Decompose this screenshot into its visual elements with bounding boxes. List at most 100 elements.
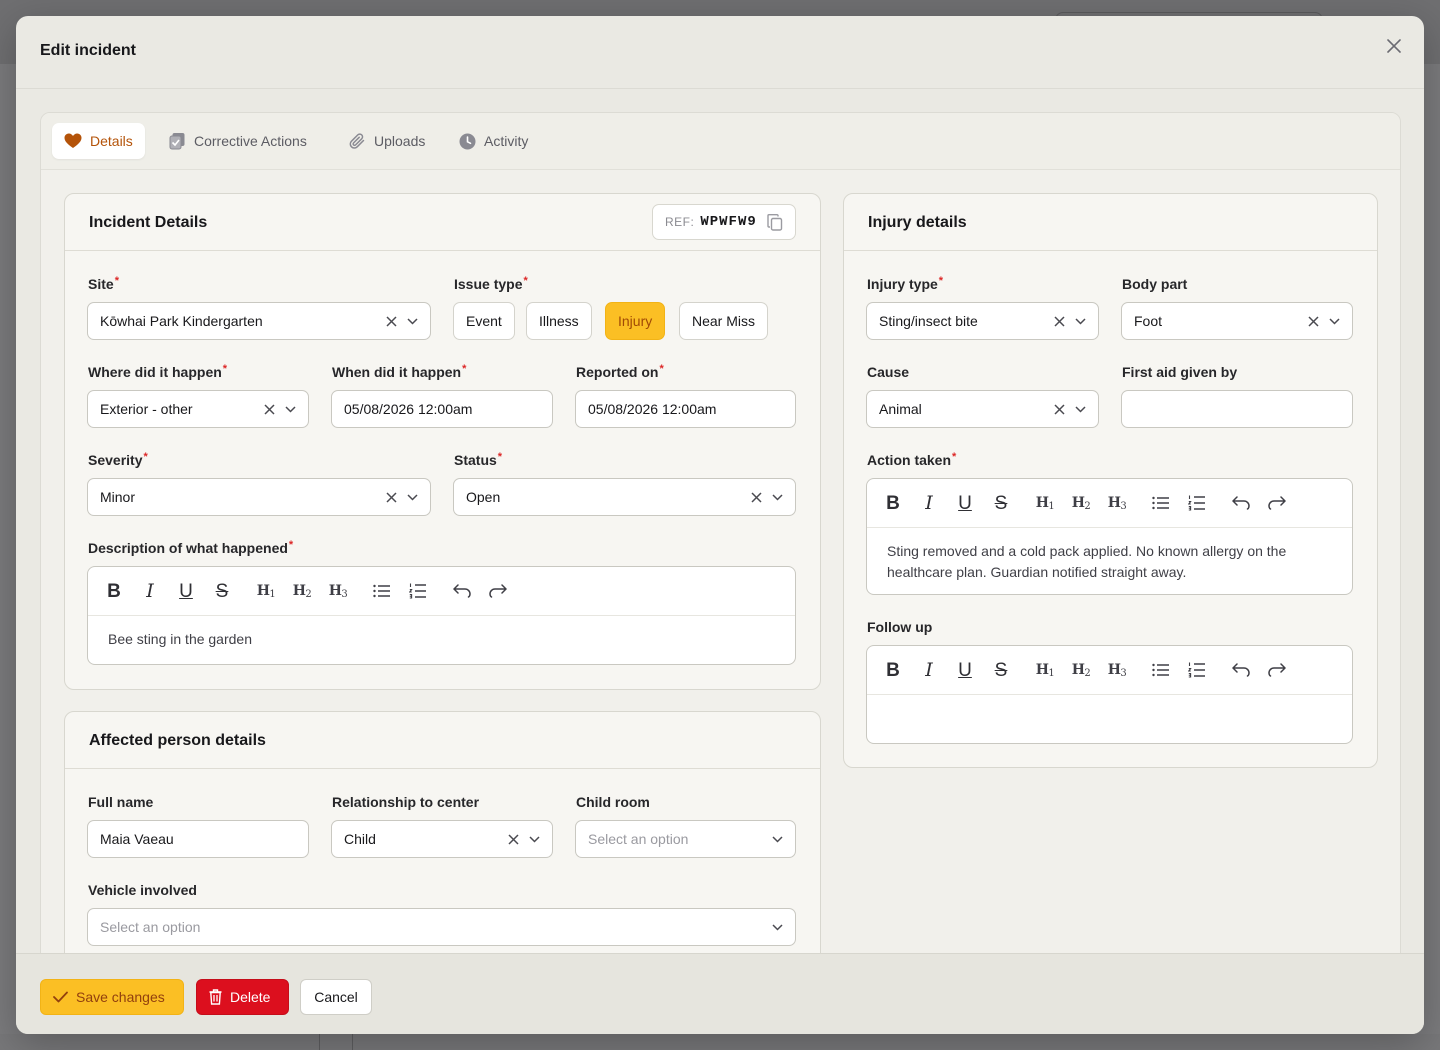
follow-up-label: Follow up [867, 619, 933, 635]
save-changes-button[interactable]: Save changes [40, 979, 184, 1015]
strikethrough-button[interactable]: S [989, 658, 1013, 682]
heading2-button[interactable]: H2 [1069, 491, 1093, 515]
site-label: Site* [88, 275, 119, 292]
x-icon [264, 403, 275, 415]
delete-button[interactable]: Delete [196, 979, 289, 1015]
where-label: Where did it happen* [88, 363, 228, 380]
description-editor[interactable]: B I U S H1 H2 H3 Bee sting in the garden [87, 566, 796, 665]
bold-icon: B [886, 492, 900, 514]
redo-button[interactable] [1265, 491, 1289, 515]
undo-button[interactable] [450, 579, 474, 603]
first-aid-label: First aid given by [1122, 364, 1238, 380]
ordered-list-button[interactable] [406, 579, 430, 603]
clear-site-button[interactable] [386, 315, 397, 327]
bold-button[interactable]: B [881, 658, 905, 682]
bullet-list-button[interactable] [1149, 658, 1173, 682]
clear-cause-button[interactable] [1054, 403, 1065, 415]
heading2-button[interactable]: H2 [1069, 658, 1093, 682]
x-icon [1054, 403, 1065, 415]
x-icon [386, 315, 397, 327]
heading1-button[interactable]: H1 [1033, 491, 1057, 515]
ordered-list-icon [1188, 495, 1205, 511]
heading2-button[interactable]: H2 [290, 579, 314, 603]
heading2-icon: H2 [1071, 661, 1091, 679]
strikethrough-button[interactable]: S [989, 491, 1013, 515]
edit-incident-modal: Edit incident Details Corrective Actions… [16, 16, 1424, 1034]
full-name-input[interactable]: Maia Vaeau [87, 820, 309, 858]
strikethrough-button[interactable]: S [210, 579, 234, 603]
x-icon [1054, 315, 1065, 327]
severity-select[interactable]: Minor [87, 478, 431, 516]
bold-icon: B [886, 659, 900, 681]
x-icon [1308, 315, 1319, 327]
underline-icon: U [958, 659, 972, 681]
cancel-label: Cancel [314, 989, 358, 1005]
where-select[interactable]: Exterior - other [87, 390, 309, 428]
bullet-list-icon [1152, 663, 1169, 677]
italic-button[interactable]: I [917, 658, 941, 682]
clear-severity-button[interactable] [386, 491, 397, 503]
undo-button[interactable] [1229, 658, 1253, 682]
heading3-button[interactable]: H3 [1105, 658, 1129, 682]
bullet-list-button[interactable] [370, 579, 394, 603]
when-datetime-input[interactable]: 05/08/2026 12:00am [331, 390, 553, 428]
cause-select[interactable]: Animal [866, 390, 1099, 428]
strikethrough-icon: S [994, 492, 1008, 514]
vehicle-select[interactable]: Select an option [87, 908, 796, 946]
underline-button[interactable]: U [174, 579, 198, 603]
underline-button[interactable]: U [953, 491, 977, 515]
clear-injury-type-button[interactable] [1054, 315, 1065, 327]
clear-status-button[interactable] [751, 491, 762, 503]
first-aid-input[interactable] [1121, 390, 1353, 428]
trash-icon [209, 989, 222, 1005]
cause-value: Animal [879, 401, 922, 417]
issue-type-event[interactable]: Event [453, 302, 515, 340]
action-taken-editor[interactable]: B I U S H1 H2 H3 Sting removed and a col… [866, 478, 1353, 595]
bold-button[interactable]: B [881, 491, 905, 515]
site-select[interactable]: Kōwhai Park Kindergarten [87, 302, 431, 340]
redo-button[interactable] [1265, 658, 1289, 682]
underline-button[interactable]: U [953, 658, 977, 682]
italic-button[interactable]: I [138, 579, 162, 603]
status-select[interactable]: Open [453, 478, 796, 516]
issue-type-illness[interactable]: Illness [526, 302, 592, 340]
heading1-button[interactable]: H1 [254, 579, 278, 603]
full-name-value: Maia Vaeau [100, 831, 174, 847]
clear-relationship-button[interactable] [508, 833, 519, 845]
cancel-button[interactable]: Cancel [300, 979, 372, 1015]
body-part-value: Foot [1134, 313, 1163, 329]
x-icon [386, 491, 397, 503]
check-icon [53, 991, 68, 1003]
child-room-select[interactable]: Select an option [575, 820, 796, 858]
clear-where-button[interactable] [264, 403, 275, 415]
action-taken-text: Sting removed and a cold pack applied. N… [887, 543, 1287, 580]
site-value: Kōwhai Park Kindergarten [100, 313, 263, 329]
heading3-button[interactable]: H3 [326, 579, 350, 603]
chevron-down-icon [772, 493, 783, 501]
body-part-select[interactable]: Foot [1121, 302, 1353, 340]
bold-button[interactable]: B [102, 579, 126, 603]
bullet-list-button[interactable] [1149, 491, 1173, 515]
issue-type-injury[interactable]: Injury [605, 302, 666, 340]
heading1-button[interactable]: H1 [1033, 658, 1057, 682]
issue-type-label: Issue type* [454, 275, 528, 292]
reported-datetime-input[interactable]: 05/08/2026 12:00am [575, 390, 796, 428]
redo-icon [1268, 663, 1286, 677]
ordered-list-button[interactable] [1185, 658, 1209, 682]
heading3-button[interactable]: H3 [1105, 491, 1129, 515]
full-name-label: Full name [88, 794, 154, 810]
italic-button[interactable]: I [917, 491, 941, 515]
where-value: Exterior - other [100, 401, 193, 417]
follow-up-editor[interactable]: B I U S H1 H2 H3 [866, 645, 1353, 744]
relationship-select[interactable]: Child [331, 820, 553, 858]
issue-type-near-miss[interactable]: Near Miss [679, 302, 769, 340]
undo-button[interactable] [1229, 491, 1253, 515]
injury-type-select[interactable]: Sting/insect bite [866, 302, 1099, 340]
redo-button[interactable] [486, 579, 510, 603]
chevron-down-icon [1329, 317, 1340, 325]
editor-toolbar: B I U S H1 H2 H3 [88, 567, 795, 616]
strikethrough-icon: S [994, 659, 1008, 681]
clear-body-part-button[interactable] [1308, 315, 1319, 327]
ordered-list-button[interactable] [1185, 491, 1209, 515]
cause-label: Cause [867, 364, 910, 380]
